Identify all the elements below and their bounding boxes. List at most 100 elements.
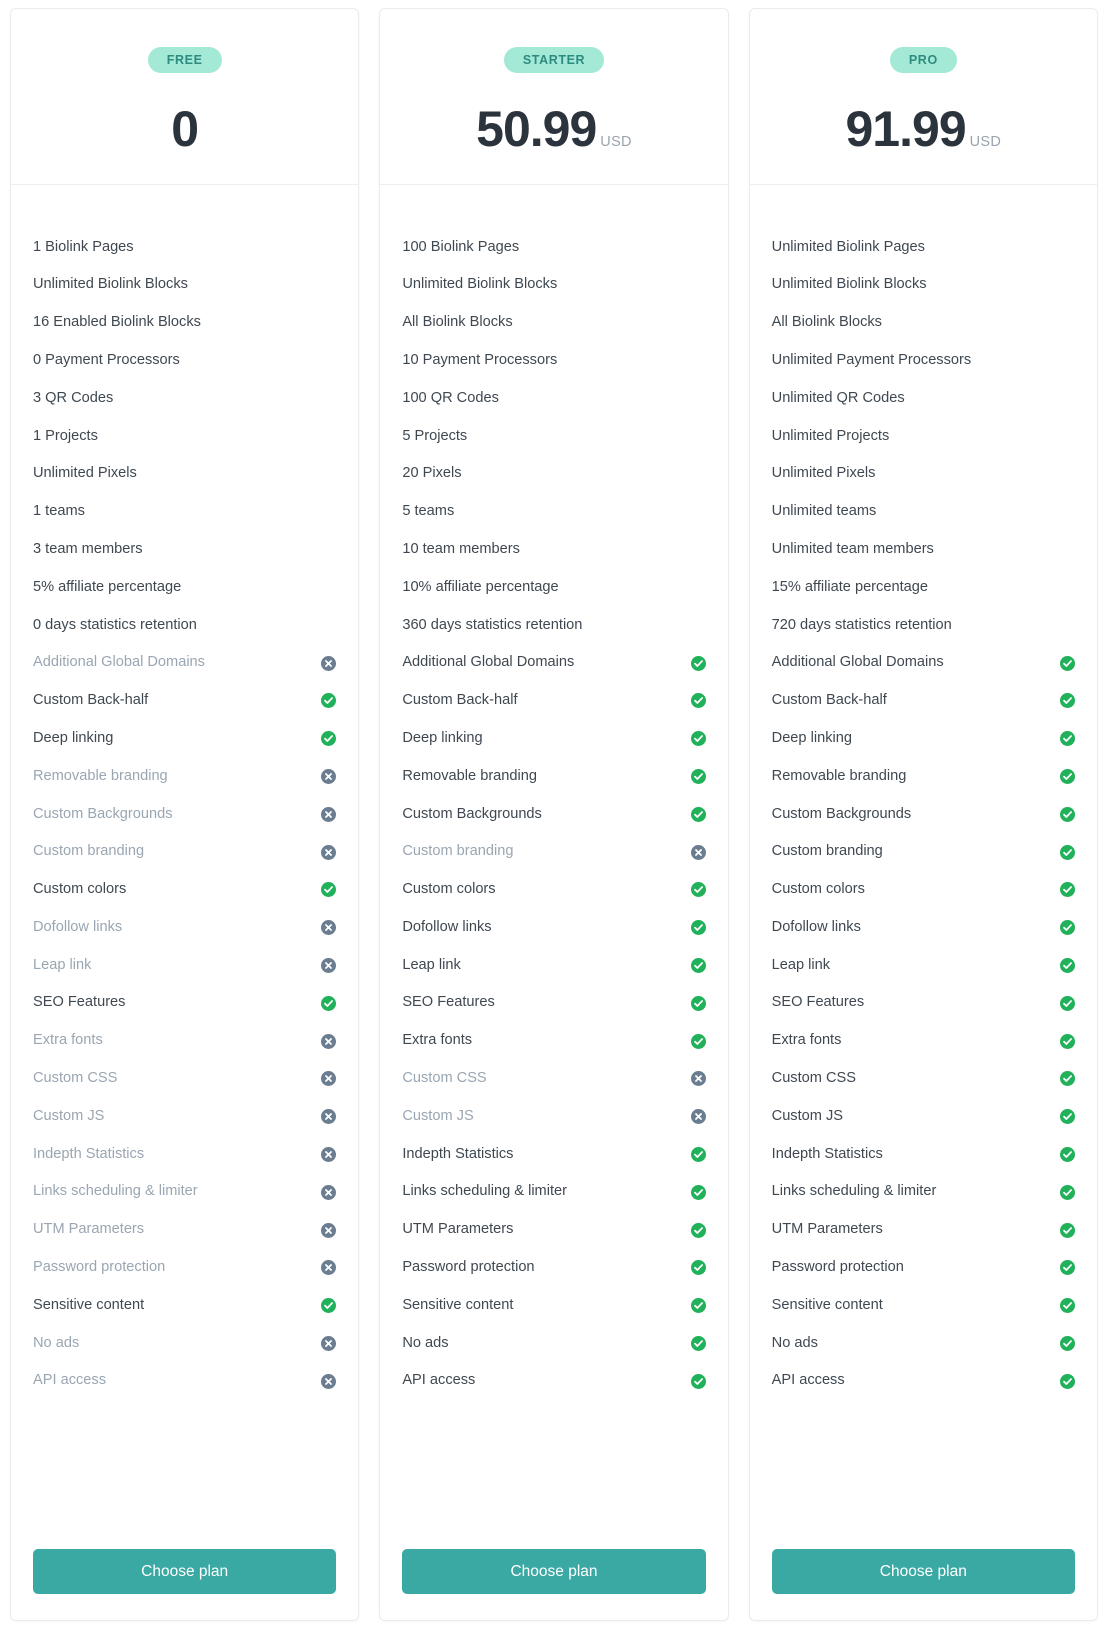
feature-label: Unlimited Biolink Blocks — [33, 276, 188, 293]
check-circle-icon — [1059, 882, 1075, 898]
feature-row: Password protection — [33, 1249, 337, 1287]
feature-row: 100 QR Codes — [402, 380, 705, 418]
check-circle-icon — [690, 769, 706, 785]
check-circle-icon — [1059, 1147, 1075, 1163]
feature-row: Additional Global Domains — [33, 644, 337, 682]
feature-row: 5 teams — [402, 493, 705, 531]
check-circle-icon — [1059, 769, 1075, 785]
check-circle-icon — [690, 1147, 706, 1163]
feature-label: Custom CSS — [402, 1070, 487, 1087]
feature-row: 10% affiliate percentage — [402, 569, 705, 607]
feature-row: All Biolink Blocks — [402, 304, 705, 342]
check-circle-icon — [690, 1336, 706, 1351]
feature-label: Extra fonts — [33, 1032, 103, 1049]
feature-label: Deep linking — [771, 729, 852, 746]
plan-badge: FREE — [147, 47, 222, 73]
feature-row: Leap link — [402, 947, 706, 985]
check-circle-icon — [690, 731, 706, 747]
cross-circle-icon — [690, 1109, 706, 1125]
feature-label: Unlimited Pixels — [771, 465, 876, 482]
feature-label: Custom Back-half — [771, 692, 887, 709]
feature-row: Unlimited Biolink Pages — [772, 229, 1075, 267]
plan-feature-list: Unlimited Biolink Pages Unlimited Biolink… — [750, 185, 1097, 1525]
check-circle-icon — [690, 1260, 706, 1276]
check-circle-icon — [321, 693, 337, 709]
feature-row: Unlimited team members — [772, 531, 1075, 569]
feature-label: Indepth Statistics — [771, 1145, 883, 1162]
check-circle-icon — [321, 882, 337, 898]
feature-row: Unlimited Payment Processors — [772, 342, 1075, 380]
feature-row: No ads — [33, 1325, 337, 1363]
feature-row: 0 Payment Processors — [33, 342, 336, 380]
plan-footer: Choose plan — [380, 1525, 727, 1621]
check-circle-icon — [690, 995, 706, 1011]
cross-circle-icon — [321, 958, 337, 974]
feature-label: 16 Enabled Biolink Blocks — [33, 314, 201, 331]
cross-circle-icon — [321, 806, 337, 822]
feature-row: Indepth Statistics — [33, 1136, 337, 1174]
feature-label: Custom JS — [771, 1107, 844, 1124]
choose-plan-button[interactable]: Choose plan — [771, 1548, 1075, 1594]
choose-plan-button[interactable]: Choose plan — [402, 1548, 706, 1594]
feature-label: Sensitive content — [33, 1296, 145, 1313]
check-circle-icon — [1059, 1109, 1075, 1125]
feature-row: Sensitive content — [33, 1287, 337, 1325]
choose-plan-button[interactable]: Choose plan — [33, 1548, 337, 1594]
feature-label: Unlimited Payment Processors — [771, 351, 972, 368]
feature-label: Password protection — [402, 1259, 535, 1276]
feature-row: Unlimited Biolink Blocks — [772, 266, 1075, 304]
feature-label: 720 days statistics retention — [771, 616, 952, 633]
feature-label: Removable branding — [771, 767, 907, 784]
feature-label: Custom branding — [771, 843, 883, 860]
feature-label: Custom branding — [33, 843, 145, 860]
feature-row: Sensitive content — [402, 1287, 706, 1325]
feature-label: Leap link — [402, 956, 461, 973]
check-circle-icon — [1059, 1260, 1075, 1276]
cross-circle-icon — [690, 1071, 706, 1087]
check-circle-icon — [1059, 731, 1075, 747]
feature-row: No ads — [402, 1325, 706, 1363]
feature-row: 15% affiliate percentage — [772, 569, 1075, 607]
feature-label: 1 Biolink Pages — [33, 238, 134, 255]
feature-row: Unlimited Biolink Blocks — [33, 266, 336, 304]
cross-circle-icon — [321, 1222, 337, 1238]
cross-circle-icon — [321, 920, 337, 936]
plan-price-row: 50.99 USD — [400, 104, 707, 154]
feature-row: Password protection — [402, 1249, 706, 1287]
feature-label: Dofollow links — [33, 918, 123, 935]
cross-circle-icon — [321, 1184, 337, 1200]
feature-row: Dofollow links — [402, 909, 706, 947]
feature-label: 15% affiliate percentage — [771, 578, 928, 595]
feature-label: Leap link — [771, 956, 831, 973]
plan-feature-list: 100 Biolink Pages Unlimited Biolink Block… — [380, 185, 727, 1525]
plan-header: PRO 91.99 USD — [749, 9, 1097, 185]
plan-price-row: 91.99 USD — [770, 104, 1077, 154]
feature-label: Links scheduling & limiter — [402, 1183, 567, 1200]
feature-label: Unlimited Biolink Blocks — [402, 276, 558, 293]
feature-label: API access — [402, 1372, 476, 1389]
feature-label: 3 QR Codes — [33, 389, 114, 406]
check-circle-icon — [1059, 1184, 1075, 1200]
feature-label: All Biolink Blocks — [771, 314, 882, 331]
feature-label: 5% affiliate percentage — [33, 578, 182, 595]
feature-row: API access — [402, 1362, 706, 1400]
feature-label: Unlimited Pixels — [33, 465, 137, 482]
feature-label: 100 QR Codes — [402, 389, 499, 406]
feature-row: 0 days statistics retention — [33, 606, 336, 644]
check-circle-icon — [1059, 693, 1075, 709]
feature-label: Unlimited Biolink Pages — [771, 238, 925, 255]
feature-label: Removable branding — [402, 767, 537, 784]
feature-row: Custom Back-half — [33, 682, 337, 720]
pricing-plans-grid: FREE 0 1 Biolink Pages Unlimited Biolink Bl… — [0, 0, 1108, 1629]
cross-circle-icon — [321, 1373, 337, 1389]
feature-label: Additional Global Domains — [33, 654, 205, 671]
plan-header: STARTER 50.99 USD — [380, 9, 728, 185]
feature-label: 0 Payment Processors — [33, 351, 180, 368]
feature-label: Custom Backgrounds — [33, 805, 173, 822]
feature-row: 100 Biolink Pages — [402, 229, 705, 267]
feature-row: Custom CSS — [402, 1060, 706, 1098]
plan-currency: USD — [600, 133, 632, 150]
feature-label: 5 Projects — [402, 427, 468, 444]
feature-row: Removable branding — [772, 758, 1075, 796]
feature-label: SEO Features — [33, 994, 126, 1011]
